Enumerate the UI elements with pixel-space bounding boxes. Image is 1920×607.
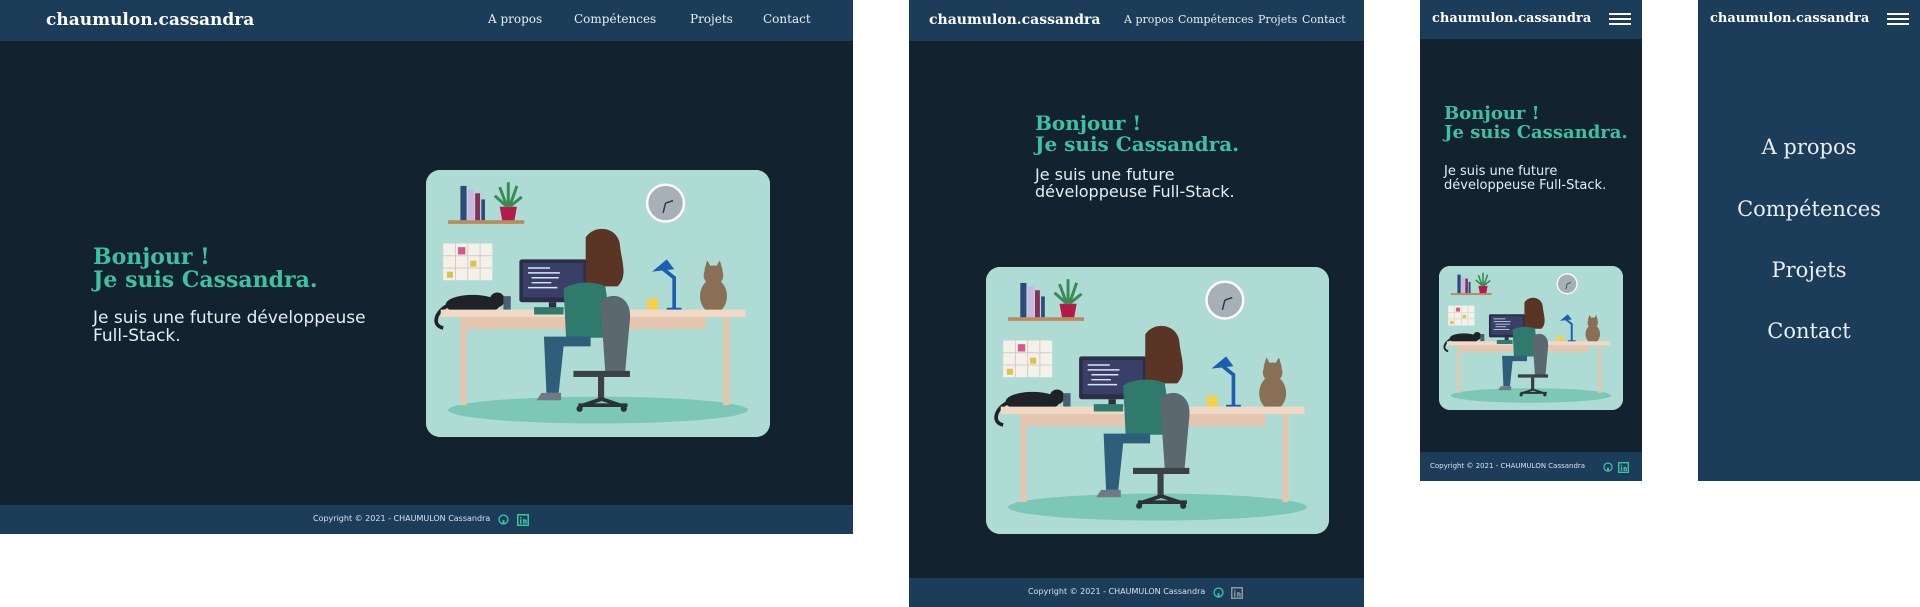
- site-logo[interactable]: chaumulon.cassandra: [929, 12, 1101, 28]
- hero-illustration: [1439, 266, 1623, 410]
- nav-link-about[interactable]: A propos: [488, 12, 542, 26]
- footer: Copyright © 2021 - CHAUMULON Cassandra: [909, 578, 1364, 607]
- mobile-preview: chaumulon.cassandra Bonjour ! Je suis Ca…: [1420, 0, 1642, 481]
- hero-intro: Je suis une future développeuse Full-Sta…: [93, 309, 366, 346]
- tablet-preview: chaumulon.cassandra A propos Compétences…: [909, 0, 1364, 607]
- greeting-line-2: Je suis Cassandra.: [1444, 122, 1628, 144]
- navbar: chaumulon.cassandra: [1420, 0, 1642, 39]
- navbar: chaumulon.cassandra: [1698, 0, 1920, 39]
- intro-line-1: Je suis une future: [1444, 164, 1558, 179]
- hero-illustration: [426, 170, 770, 437]
- linkedin-icon[interactable]: [1618, 462, 1629, 473]
- intro-line-2: Full-Stack.: [93, 325, 181, 346]
- intro-line-2: développeuse Full-Stack.: [1035, 181, 1235, 201]
- hero-intro: Je suis une future développeuse Full-Sta…: [1444, 165, 1606, 192]
- footer-copyright: Copyright © 2021 - CHAUMULON Cassandra: [1430, 462, 1586, 470]
- greeting-line-2: Je suis Cassandra.: [1035, 132, 1240, 157]
- github-icon[interactable]: [1213, 587, 1224, 598]
- nav-link-projects[interactable]: Projets: [690, 12, 733, 26]
- menu-link-about[interactable]: A propos: [1698, 135, 1920, 159]
- nav-link-contact[interactable]: Contact: [1302, 13, 1346, 26]
- footer: Copyright © 2021 - CHAUMULON Cassandra: [0, 505, 853, 534]
- mobile-menu-preview: chaumulon.cassandra A propos Compétences…: [1698, 0, 1920, 481]
- hero-greeting: Bonjour ! Je suis Cassandra.: [1444, 104, 1628, 142]
- site-logo[interactable]: chaumulon.cassandra: [1710, 11, 1869, 26]
- nav-link-skills[interactable]: Compétences: [1178, 13, 1253, 26]
- site-logo[interactable]: chaumulon.cassandra: [1432, 11, 1591, 26]
- greeting-line-1: Bonjour !: [1035, 111, 1142, 135]
- greeting-line-1: Bonjour !: [93, 244, 210, 270]
- menu-link-projects[interactable]: Projets: [1698, 258, 1920, 282]
- menu-link-contact[interactable]: Contact: [1698, 319, 1920, 343]
- greeting-line-2: Je suis Cassandra.: [93, 267, 318, 294]
- github-icon[interactable]: [498, 514, 509, 525]
- hero-greeting: Bonjour ! Je suis Cassandra.: [1035, 111, 1240, 157]
- github-icon[interactable]: [1603, 462, 1613, 472]
- nav-link-contact[interactable]: Contact: [763, 12, 811, 26]
- site-logo[interactable]: chaumulon.cassandra: [46, 10, 254, 30]
- hero-intro: Je suis une future développeuse Full-Sta…: [1035, 166, 1235, 201]
- menu-link-skills[interactable]: Compétences: [1698, 197, 1920, 221]
- greeting-line-1: Bonjour !: [1444, 103, 1540, 124]
- navbar: chaumulon.cassandra A propos Compétences…: [0, 0, 853, 41]
- intro-line-2: développeuse Full-Stack.: [1444, 177, 1607, 193]
- footer-copyright: Copyright © 2021 - CHAUMULON Cassandra: [1028, 587, 1206, 596]
- desktop-preview: chaumulon.cassandra A propos Compétences…: [0, 0, 853, 534]
- linkedin-icon[interactable]: [517, 514, 529, 526]
- navbar: chaumulon.cassandra A propos Compétences…: [909, 0, 1364, 41]
- nav-link-skills[interactable]: Compétences: [574, 12, 656, 26]
- hamburger-menu-icon[interactable]: [1887, 13, 1909, 28]
- footer: Copyright © 2021 - CHAUMULON Cassandra: [1420, 452, 1642, 481]
- footer-copyright: Copyright © 2021 - CHAUMULON Cassandra: [313, 514, 491, 523]
- hamburger-menu-icon[interactable]: [1609, 13, 1631, 28]
- hero-illustration: [986, 267, 1329, 534]
- linkedin-icon[interactable]: [1231, 587, 1243, 599]
- nav-link-projects[interactable]: Projets: [1258, 13, 1297, 26]
- hero-greeting: Bonjour ! Je suis Cassandra.: [93, 244, 318, 294]
- nav-link-about[interactable]: A propos: [1124, 13, 1174, 26]
